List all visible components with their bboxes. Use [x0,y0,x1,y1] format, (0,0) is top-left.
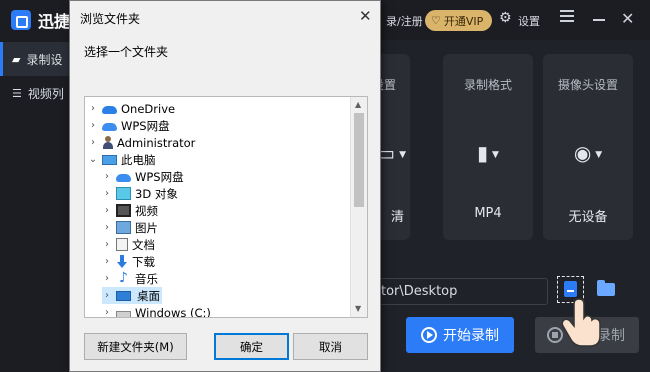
tree-item-label: 下载 [132,254,155,269]
chevron-right-icon[interactable]: › [88,137,98,148]
tree-item-label: 图片 [135,220,158,235]
settings-label[interactable]: 设置 [518,13,540,29]
new-folder-button[interactable]: 新建文件夹(M) [84,333,187,360]
tree-item[interactable]: › 下载 [102,253,155,270]
documents-folder-icon [116,238,128,251]
scroll-up-icon[interactable]: ▲ [355,100,361,109]
tree-item[interactable]: › 3D 对象 [102,185,178,202]
file-icon: ▮ ▼ [477,141,499,165]
music-folder-icon: ♪ [119,270,128,286]
chevron-right-icon[interactable]: › [102,290,112,301]
tree-item[interactable]: › 图片 [102,219,158,236]
wps-cloud-icon [102,123,117,131]
scroll-thumb[interactable] [354,113,364,207]
tree-item-label: 视频 [135,203,158,218]
3d-objects-icon [116,187,131,200]
chevron-right-icon[interactable]: › [102,239,112,250]
chevron-right-icon[interactable]: › [102,307,112,317]
webcam-settings-card[interactable]: 摄像头设置 ◉ ▼ 无设备 [543,54,633,240]
ok-button[interactable]: 确定 [214,333,289,360]
card-title: 摄像头设置 [557,78,618,92]
tree-item[interactable]: › OneDrive [88,100,175,117]
chevron-right-icon[interactable]: › [102,205,112,216]
vip-button[interactable]: ♡ 开通VIP [425,10,492,31]
sidebar-item-video-list[interactable]: ☰ 视频列 [0,76,70,110]
tree-item-label: Administrator [117,135,196,150]
chevron-right-icon[interactable]: › [102,273,112,284]
tree-item-label: WPS网盘 [121,118,170,133]
dialog-title: 浏览文件夹 [80,12,141,26]
chevron-right-icon[interactable]: › [102,222,112,233]
chevron-down-icon[interactable]: ⌄ [88,154,98,165]
tree-item-label: 桌面 [137,288,160,303]
vip-label: 开通VIP [443,14,484,28]
drive-icon [116,311,131,317]
tree-item-label: 音乐 [135,271,158,286]
tree-item-label: 3D 对象 [135,186,178,201]
tree-item[interactable]: › 文档 [102,236,155,253]
tree-item[interactable]: ⌄ 此电脑 [88,151,156,168]
tree-item-label: 文档 [132,237,155,252]
sidebar-item-record-settings[interactable]: ▰ 录制设 [0,42,70,76]
tree-item[interactable]: › 视频 [102,202,158,219]
record-format-card[interactable]: 录制格式 ▮ ▼ MP4 [443,54,533,240]
sidebar-item-label: 录制设 [26,52,63,67]
wps-cloud-icon [116,174,131,182]
downloads-folder-icon [116,255,128,268]
tree-item[interactable]: › Administrator [88,134,195,151]
chevron-right-icon[interactable]: › [88,120,98,131]
tree-item[interactable]: › WPS网盘 [102,168,184,185]
card-value: 无设备 [568,210,608,225]
tree-item[interactable]: › ♪ 音乐 [102,270,158,287]
open-folder-icon[interactable] [597,280,615,296]
card-value: MP4 [474,206,502,221]
pictures-folder-icon [116,221,131,234]
login-register-link[interactable]: 录/注册 [386,13,423,29]
close-icon[interactable]: ✕ [621,9,634,28]
scroll-down-icon[interactable]: ▼ [355,304,361,313]
app-title: 迅捷 [38,12,71,31]
hand-pointer-icon [562,298,601,347]
cancel-button[interactable]: 取消 [293,333,368,360]
play-icon [421,327,437,343]
dialog-prompt: 选择一个文件夹 [84,45,169,59]
chevron-right-icon[interactable]: › [102,188,112,199]
sidebar-item-label: 视频列 [27,86,64,101]
chevron-right-icon[interactable]: › [102,256,112,267]
tree-item[interactable]: › Windows (C:) [102,304,211,318]
tree-item[interactable]: › 桌面 [102,287,162,304]
video-camera-icon: ▰ [12,52,21,66]
menu-icon[interactable] [560,10,574,24]
save-path-icon[interactable] [564,281,577,297]
app-sidebar: ▰ 录制设 ☰ 视频列 [0,40,70,372]
tree-item-label: OneDrive [121,101,176,116]
tree-scrollbar[interactable]: ▲ ▼ [350,97,367,317]
desktop-folder-icon [116,290,131,301]
folder-tree: › OneDrive › WPS网盘 › Administrator ⌄ 此电脑 › WPS网盘 ›… [84,96,368,318]
tree-item-label: Windows (C:) [135,305,211,318]
gear-icon[interactable]: ⚙ [499,10,512,26]
browse-folder-dialog: 浏览文件夹 ✕ 选择一个文件夹 › OneDrive › WPS网盘 › Administ… [69,0,381,372]
diamond-icon: ♡ [431,14,441,27]
video-folder-icon [116,204,131,217]
start-recording-label: 开始录制 [443,328,499,344]
stop-icon [547,327,563,343]
app-logo-icon [11,10,31,30]
chevron-right-icon[interactable]: › [102,171,112,182]
list-icon: ☰ [12,86,22,100]
minimize-icon[interactable] [593,19,605,21]
webcam-icon: ◉ ▼ [573,141,603,165]
tree-item[interactable]: › WPS网盘 [88,117,170,134]
output-path-field[interactable]: tor\Desktop [360,278,548,305]
this-pc-icon [102,154,117,165]
start-recording-button[interactable]: 开始录制 [406,317,514,353]
tree-item-label: 此电脑 [121,152,156,167]
dialog-close-icon[interactable]: ✕ [359,7,372,25]
user-icon [102,136,113,149]
chevron-right-icon[interactable]: › [88,103,98,114]
onedrive-cloud-icon [102,106,117,114]
tree-item-label: WPS网盘 [135,169,184,184]
card-title: 录制格式 [463,78,512,92]
